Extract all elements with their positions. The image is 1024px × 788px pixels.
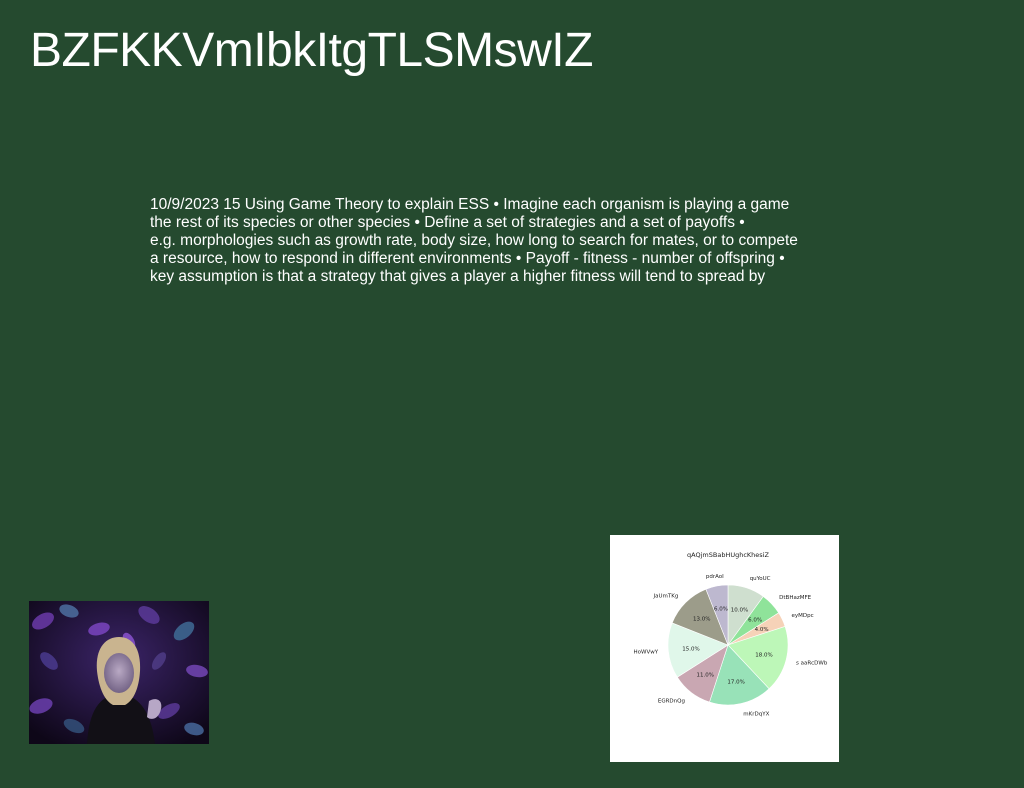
pie-percent-label: 6.0%	[714, 606, 728, 612]
body-line: 10/9/2023 15 Using Game Theory to explai…	[150, 196, 790, 213]
pie-chart: qAQjmSBabHUghcKhesiZ 10.0% quYoUC 6.0% DtBH…	[610, 535, 839, 762]
pie-category-label: JaUmTKg	[653, 593, 679, 599]
pie-category-label: EGRDnQg	[658, 698, 685, 704]
pie-category-label: HoWVwY	[634, 650, 659, 656]
pie-percent-label: 6.0%	[748, 618, 762, 624]
body-line: a resource, how to respond in different …	[150, 250, 785, 267]
pie-percent-label: 15.0%	[682, 647, 699, 653]
pie-category-label: s aaRcDWb	[796, 660, 828, 666]
pie-category-label: DtBHazMFE	[779, 595, 811, 601]
pie-percent-label: 10.0%	[731, 608, 748, 614]
pie-category-label: mKrDqYX	[743, 712, 769, 718]
chart-title: qAQjmSBabHUghcKhesiZ	[687, 551, 769, 559]
pie-percent-label: 17.0%	[727, 679, 744, 685]
portrait-photo	[29, 601, 209, 744]
body-line: key assumption is that a strategy that g…	[150, 268, 766, 285]
portrait-photo-icon	[29, 601, 209, 744]
pie-percent-label: 4.0%	[755, 627, 769, 633]
body-line: the rest of its species or other species…	[150, 214, 745, 231]
pie-percent-label: 11.0%	[696, 672, 713, 678]
pie-category-label: pdrAoI	[706, 574, 724, 580]
pie-category-label: quYoUC	[750, 576, 771, 582]
pie-chart-svg: qAQjmSBabHUghcKhesiZ 10.0% quYoUC 6.0% DtBH…	[634, 551, 828, 718]
body-line: e.g. morphologies such as growth rate, b…	[150, 232, 798, 249]
pie-category-label: eyMDpc	[792, 613, 814, 619]
pie-percent-label: 13.0%	[693, 617, 710, 623]
pie-percent-label: 18.0%	[755, 652, 772, 658]
slide-title: BZFKKVmIbkItgTLSMswIZ	[30, 24, 593, 77]
slide-body-text: 10/9/2023 15 Using Game Theory to explai…	[150, 196, 830, 286]
